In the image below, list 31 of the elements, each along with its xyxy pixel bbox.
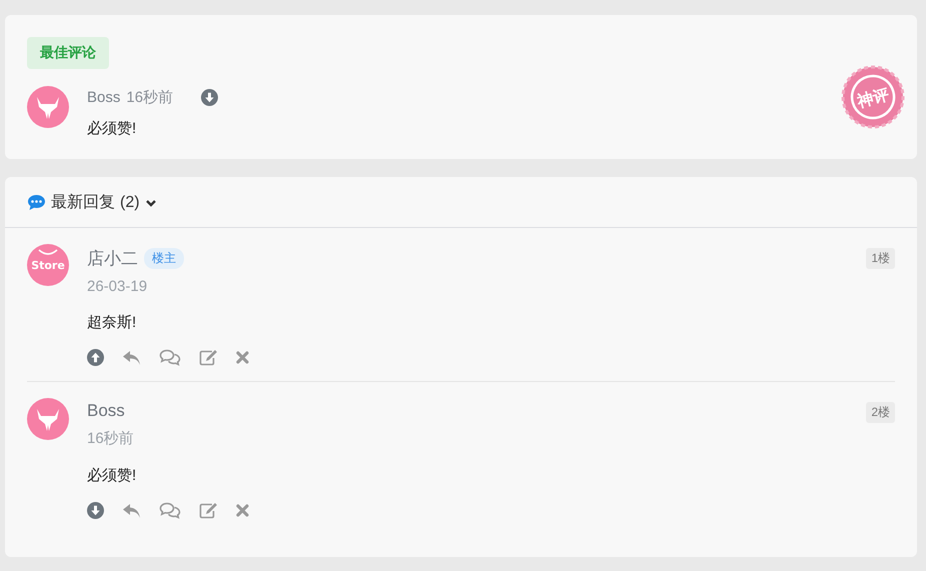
floor-number: 2楼 bbox=[866, 402, 895, 423]
comment-time: 16秒前 bbox=[87, 429, 135, 448]
avatar-picture: Store bbox=[27, 244, 69, 286]
avatar-icon bbox=[27, 398, 69, 440]
owner-badge: 楼主 bbox=[144, 248, 184, 269]
stamp-icon: 神评 bbox=[841, 65, 905, 129]
vote-down-icon[interactable] bbox=[87, 502, 104, 519]
vote-down-icon[interactable] bbox=[201, 89, 218, 106]
comment-text: 必须赞! bbox=[87, 466, 138, 485]
avatar-icon bbox=[27, 86, 69, 128]
section-title[interactable]: 最新回复 bbox=[51, 192, 115, 213]
reply-icon[interactable] bbox=[122, 502, 141, 518]
vote-up-icon[interactable] bbox=[87, 349, 104, 366]
comment-text: 必须赞! bbox=[87, 119, 138, 138]
comment-text: 超奈斯! bbox=[87, 313, 138, 332]
author-name[interactable]: Boss bbox=[87, 89, 120, 106]
best-comment-tag: 最佳评论 bbox=[27, 37, 109, 69]
close-icon[interactable] bbox=[236, 351, 249, 364]
chat-icon bbox=[27, 194, 46, 211]
reply-icon[interactable] bbox=[122, 350, 141, 366]
close-icon[interactable] bbox=[236, 504, 249, 517]
comment-time: 16秒前 bbox=[126, 88, 174, 107]
edit-icon[interactable] bbox=[199, 502, 218, 519]
author-name[interactable]: 店小二 bbox=[87, 247, 138, 270]
author-name[interactable]: Boss bbox=[87, 401, 125, 421]
edit-icon[interactable] bbox=[199, 349, 218, 366]
comment-time: 26-03-19 bbox=[87, 278, 148, 295]
floor-number: 1楼 bbox=[866, 248, 895, 269]
comments-icon[interactable] bbox=[159, 502, 181, 519]
comments-icon[interactable] bbox=[159, 349, 181, 366]
reply-count[interactable]: (2) bbox=[120, 194, 140, 212]
